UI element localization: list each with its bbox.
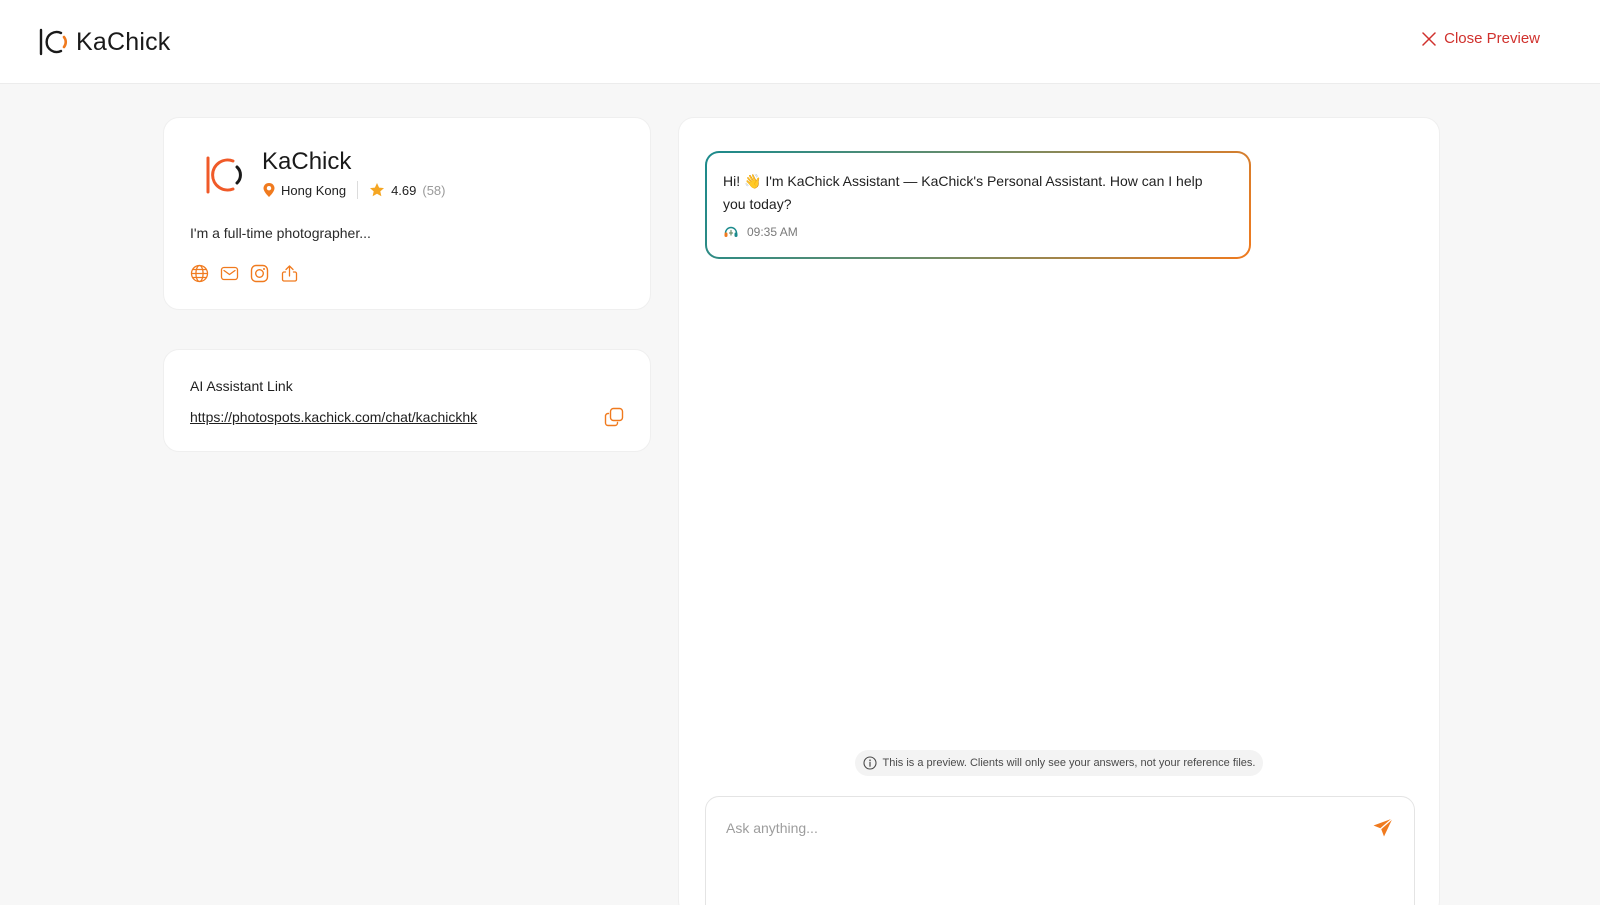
meta-divider [357, 181, 359, 199]
copy-icon[interactable] [604, 407, 624, 427]
mail-icon[interactable] [220, 264, 239, 283]
location: Hong Kong [262, 182, 346, 198]
rating-count: (58) [422, 182, 446, 198]
star-icon [370, 183, 385, 197]
message-meta: 09:35 AM [723, 224, 798, 240]
preview-notice-text: This is a preview. Clients will only see… [882, 757, 1256, 769]
assistant-link-url[interactable]: https://photospots.kachick.com/chat/kach… [190, 409, 477, 425]
chat-input-box [705, 796, 1415, 905]
profile-name: KaChick [262, 148, 352, 175]
brand-logo[interactable]: KaChick [38, 24, 171, 60]
share-icon[interactable] [280, 264, 299, 283]
message-bubble: Hi! 👋 I'm KaChick Assistant — KaChick's … [707, 153, 1249, 257]
chat-input[interactable] [726, 815, 1346, 841]
assistant-link-title: AI Assistant Link [190, 378, 293, 394]
kachick-logo-icon [39, 28, 67, 56]
assistant-message: Hi! 👋 I'm KaChick Assistant — KaChick's … [705, 151, 1251, 259]
top-bar: KaChick Close Preview [0, 0, 1600, 84]
close-preview-label: Close Preview [1444, 30, 1540, 47]
assistant-link-card: AI Assistant Link https://photospots.kac… [163, 349, 651, 452]
preview-notice: This is a preview. Clients will only see… [855, 750, 1263, 776]
rating: 4.69 (58) [369, 182, 446, 198]
instagram-icon[interactable] [250, 264, 269, 283]
globe-icon[interactable] [190, 264, 209, 283]
brand-name: KaChick [76, 27, 171, 56]
social-links [190, 264, 299, 283]
chat-panel: Hi! 👋 I'm KaChick Assistant — KaChick's … [678, 117, 1440, 905]
message-time: 09:35 AM [747, 225, 798, 239]
profile-meta: Hong Kong 4.69 (58) [262, 181, 446, 199]
info-icon [862, 756, 877, 770]
avatar [206, 156, 242, 194]
profile-card: KaChick Hong Kong 4.69 (58) I'm a full-t… [163, 117, 651, 310]
message-text: Hi! 👋 I'm KaChick Assistant — KaChick's … [723, 173, 1203, 212]
location-text: Hong Kong [281, 182, 347, 198]
send-icon[interactable] [1372, 817, 1394, 839]
close-icon [1422, 31, 1436, 46]
profile-bio: I'm a full-time photographer... [190, 225, 371, 241]
close-preview-button[interactable]: Close Preview [1422, 30, 1540, 47]
rating-value: 4.69 [391, 182, 417, 198]
location-pin-icon [263, 183, 275, 197]
assistant-headset-icon [724, 226, 738, 237]
